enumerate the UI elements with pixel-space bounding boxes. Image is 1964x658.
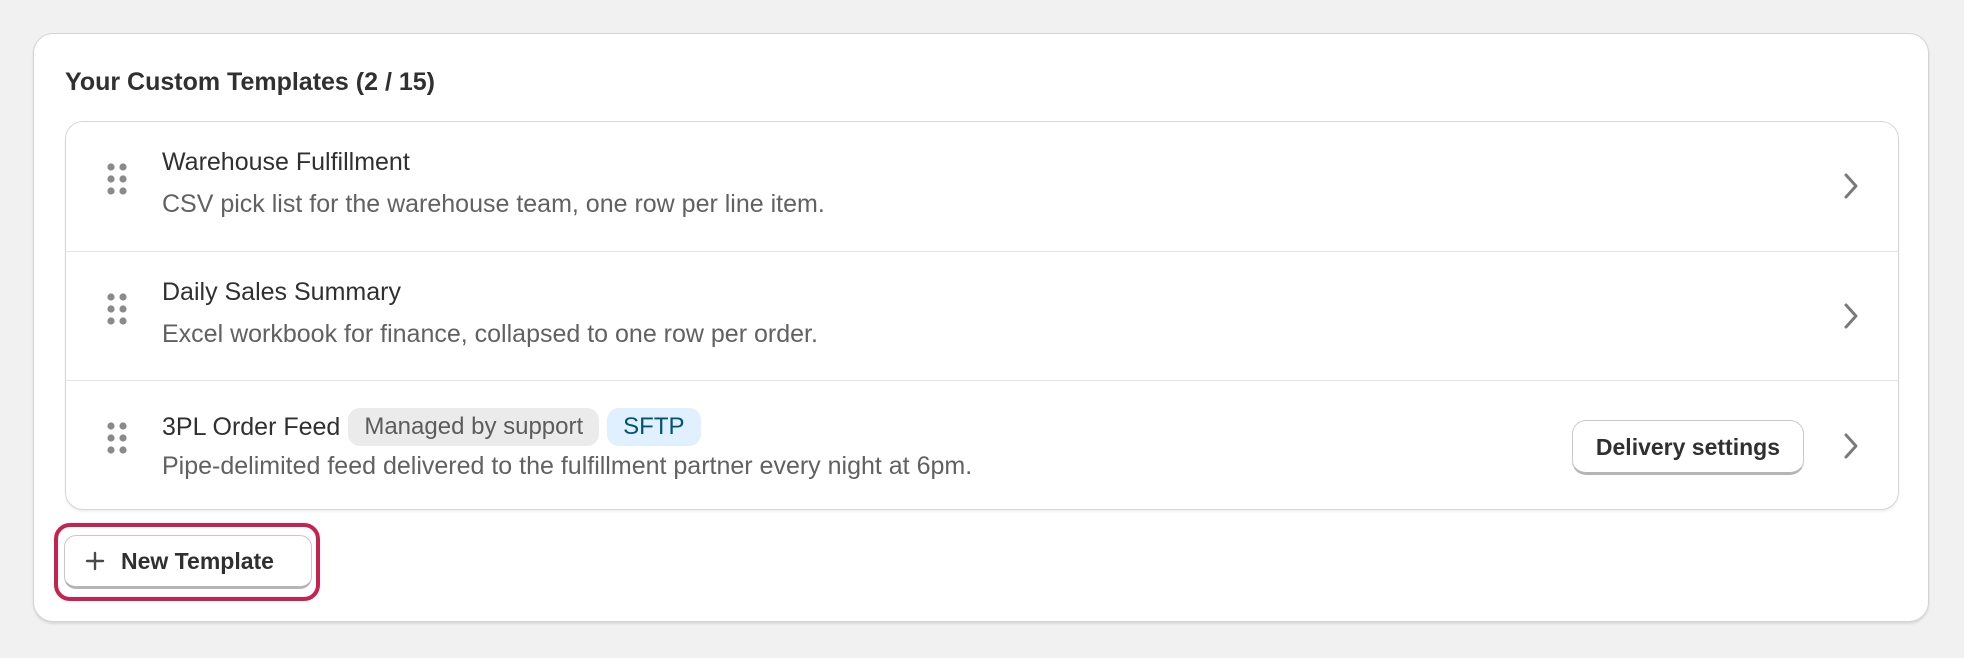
drag-handle-icon[interactable] — [106, 292, 128, 326]
chevron-right-icon — [1840, 171, 1862, 201]
template-description: Excel workbook for finance, collapsed to… — [162, 319, 818, 348]
templates-list: Warehouse Fulfillment CSV pick list for … — [65, 121, 1899, 510]
template-row-3pl-order-feed[interactable]: 3PL Order Feed Managed by support SFTP P… — [66, 381, 1898, 509]
template-title: Warehouse Fulfillment — [162, 148, 410, 176]
template-description: CSV pick list for the warehouse team, on… — [162, 190, 825, 218]
template-row-daily-sales-summary[interactable]: Daily Sales Summary Excel workbook for f… — [66, 252, 1898, 381]
template-row-warehouse-fulfillment[interactable]: Warehouse Fulfillment CSV pick list for … — [66, 122, 1898, 252]
card-title: Your Custom Templates (2 / 15) — [65, 68, 435, 96]
drag-handle-icon[interactable] — [106, 421, 128, 455]
template-description: Pipe-delimited feed delivered to the ful… — [162, 452, 973, 480]
new-template-label: New Template — [121, 547, 274, 574]
custom-templates-card: Your Custom Templates (2 / 15) Warehouse… — [33, 33, 1929, 622]
row-title-line: Warehouse Fulfillment — [162, 148, 410, 177]
template-title: Daily Sales Summary — [162, 277, 401, 306]
template-title: 3PL Order Feed — [162, 412, 341, 441]
drag-handle-icon[interactable] — [106, 162, 128, 196]
delivery-settings-button[interactable]: Delivery settings — [1571, 420, 1804, 475]
plus-icon — [85, 551, 105, 571]
row-title-line: Daily Sales Summary — [162, 278, 401, 307]
chevron-right-icon — [1840, 431, 1862, 461]
new-template-button[interactable]: New Template — [64, 535, 312, 589]
sftp-badge: SFTP — [607, 408, 701, 446]
chevron-right-icon — [1840, 301, 1862, 331]
row-title-line: 3PL Order Feed Managed by support SFTP — [162, 408, 701, 446]
managed-by-support-badge: Managed by support — [348, 408, 600, 446]
